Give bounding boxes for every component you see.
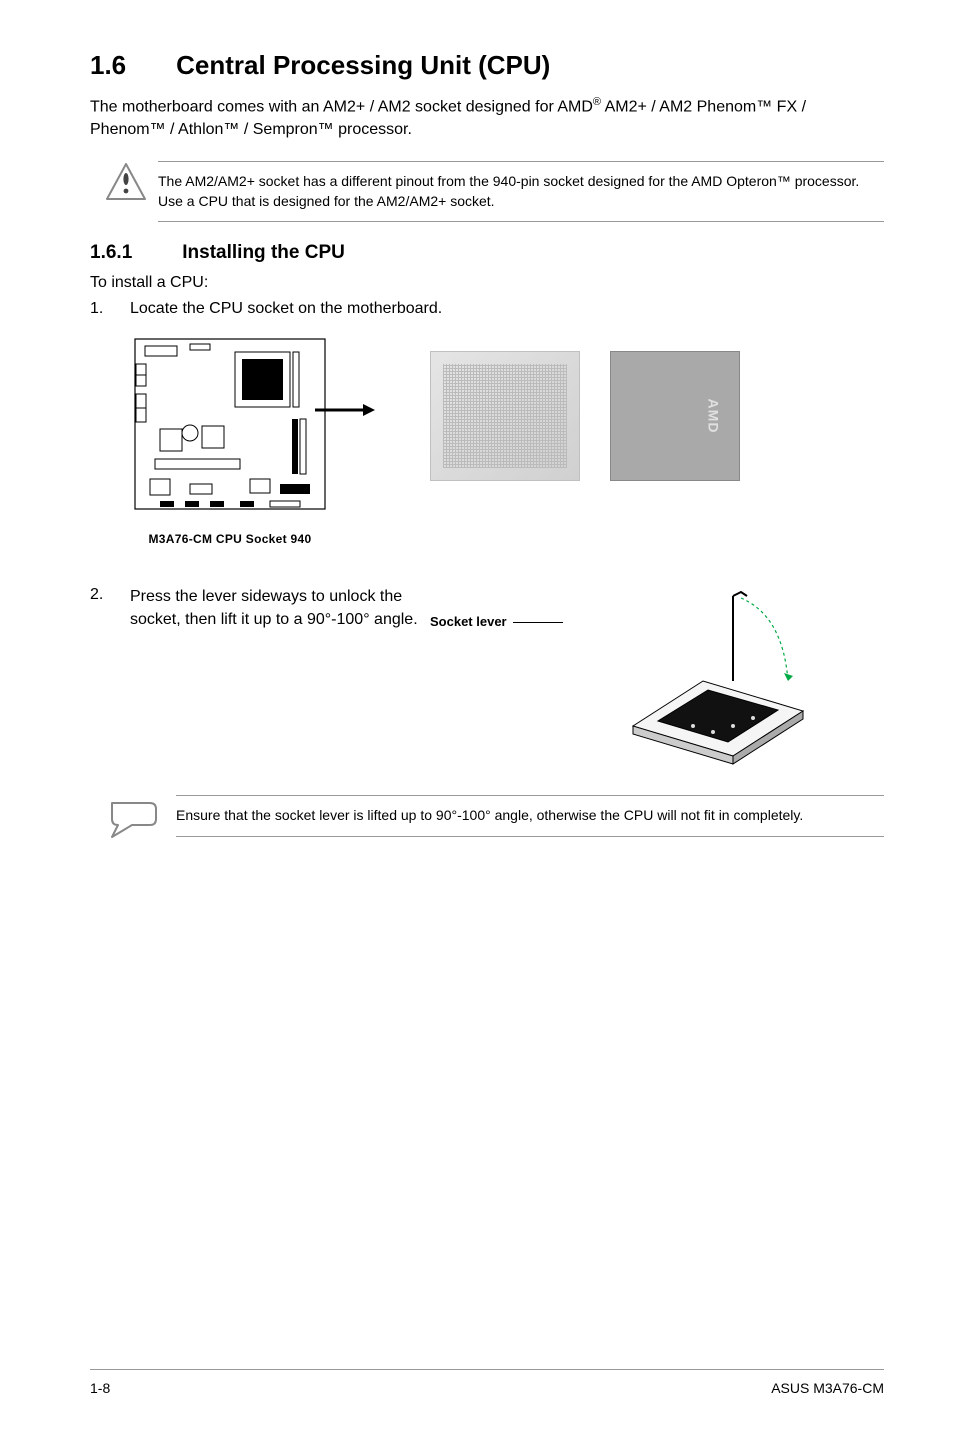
section-number: 1.6 (90, 50, 126, 81)
section-heading: 1.6 Central Processing Unit (CPU) (90, 50, 884, 81)
motherboard-diagram: M3A76-CM CPU Socket 940 (130, 334, 330, 546)
lever-pointer-line (513, 622, 563, 623)
note-icon (104, 795, 176, 844)
cpu-chip-image: AMD (610, 351, 740, 481)
step-2-text: Press the lever sideways to unlock the s… (130, 586, 420, 631)
section-title: Central Processing Unit (CPU) (176, 50, 550, 81)
install-intro: To install a CPU: (90, 274, 884, 292)
footer-page-number: 1-8 (90, 1380, 110, 1396)
registered-mark: ® (593, 96, 601, 108)
step-1: 1. Locate the CPU socket on the motherbo… (90, 300, 884, 318)
step-1-text: Locate the CPU socket on the motherboard… (130, 300, 884, 318)
subsection-title: Installing the CPU (182, 242, 345, 264)
intro-paragraph: The motherboard comes with an AM2+ / AM2… (90, 95, 884, 141)
amd-logo-text: AMD (706, 399, 722, 434)
step-2-number: 2. (90, 586, 130, 631)
subsection-heading: 1.6.1 Installing the CPU (90, 242, 884, 264)
page-footer: 1-8 ASUS M3A76-CM (90, 1369, 884, 1396)
info-note: Ensure that the socket lever is lifted u… (90, 795, 884, 844)
warning-text: The AM2/AM2+ socket has a different pino… (158, 161, 884, 222)
motherboard-caption: M3A76-CM CPU Socket 940 (149, 532, 312, 546)
subsection-number: 1.6.1 (90, 242, 132, 264)
info-note-text: Ensure that the socket lever is lifted u… (176, 795, 884, 837)
footer-product: ASUS M3A76-CM (771, 1380, 884, 1396)
warning-icon (104, 161, 158, 210)
step-1-number: 1. (90, 300, 130, 318)
socket-top-image (430, 351, 580, 481)
socket-3d-image (613, 586, 813, 771)
step-2-row: 2. Press the lever sideways to unlock th… (90, 586, 884, 771)
warning-note: The AM2/AM2+ socket has a different pino… (90, 161, 884, 222)
intro-prefix: The motherboard comes with an AM2+ / AM2… (90, 98, 593, 115)
socket-lever-label: Socket lever (430, 614, 507, 629)
diagram-row: M3A76-CM CPU Socket 940 AMD (130, 334, 884, 546)
